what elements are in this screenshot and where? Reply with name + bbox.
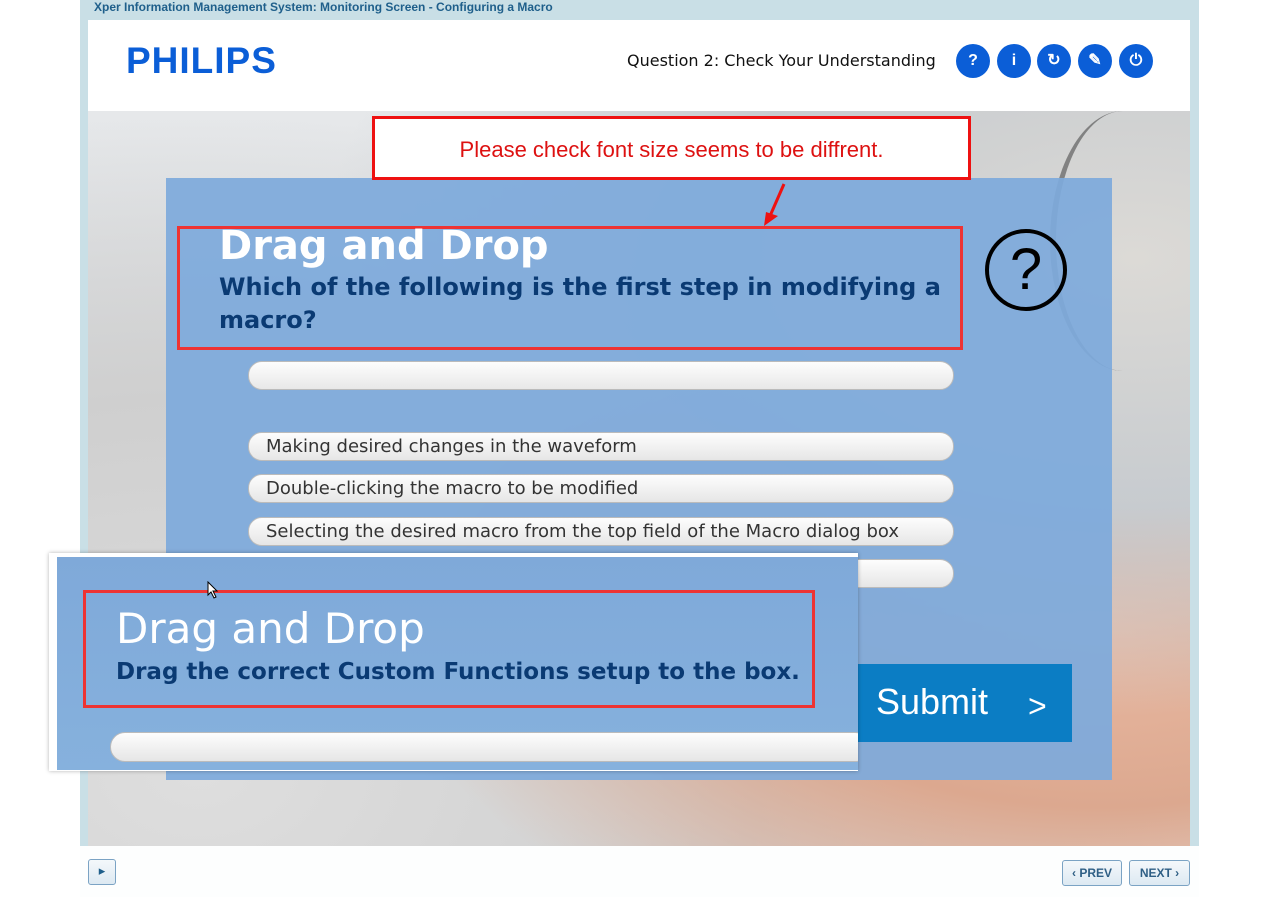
footer-bar <box>80 846 1199 897</box>
review-annotation-text: Please check font size seems to be diffr… <box>459 137 884 162</box>
answer-option[interactable]: Selecting the desired macro from the top… <box>248 517 954 546</box>
speaker-icon: ▸ <box>98 864 106 879</box>
refresh-icon: ↻ <box>1047 52 1061 69</box>
next-button[interactable]: NEXT › <box>1129 860 1190 886</box>
comparison-clip <box>57 557 858 770</box>
question-heading: Drag and Drop <box>219 223 549 269</box>
refresh-button[interactable]: ↻ <box>1037 44 1071 78</box>
question-prompt: Which of the following is the first step… <box>219 273 941 334</box>
compass-button[interactable]: ✎ <box>1078 44 1112 78</box>
submit-label: Submit <box>876 681 989 722</box>
philips-logo: PHILIPS <box>126 40 277 81</box>
info-button[interactable]: i <box>997 44 1031 78</box>
prev-button[interactable]: ‹ PREV <box>1062 860 1122 886</box>
answer-drop-zone[interactable] <box>248 361 954 390</box>
answer-option[interactable]: Making desired changes in the waveform <box>248 432 954 461</box>
answer-option[interactable]: Double-clicking the macro to be modified <box>248 474 954 503</box>
power-icon: ⏻ <box>1129 52 1143 69</box>
mouse-cursor-icon <box>207 581 219 599</box>
power-button[interactable]: ⏻ <box>1119 44 1153 78</box>
help-icon: ? <box>968 52 978 69</box>
annotation-arrow <box>764 183 786 226</box>
compass-icon: ✎ <box>1088 52 1102 69</box>
info-icon: i <box>1011 52 1017 69</box>
submit-button[interactable]: Submit > <box>856 664 1072 742</box>
window-title: Xper Information Management System: Moni… <box>94 0 553 14</box>
question-title: Question 2: Check Your Understanding <box>627 51 936 70</box>
chevron-right-icon: > <box>1028 688 1047 724</box>
review-annotation-box: Please check font size seems to be diffr… <box>372 116 971 180</box>
audio-button[interactable]: ▸ <box>88 859 116 885</box>
help-button[interactable]: ? <box>956 44 990 78</box>
comparison-drop-zone <box>110 732 858 762</box>
question-mark-icon: ? <box>985 229 1067 311</box>
